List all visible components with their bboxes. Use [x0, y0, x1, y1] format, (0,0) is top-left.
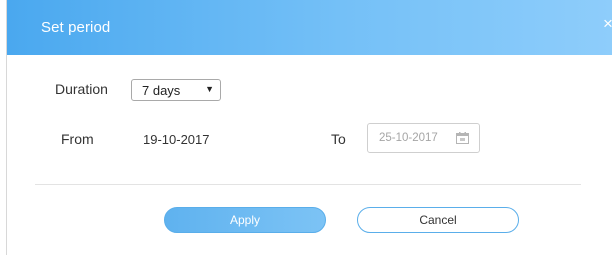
chevron-down-icon: ▼ [205, 84, 214, 94]
to-date-value: 25-10-2017 [379, 132, 438, 144]
from-label: From [61, 131, 94, 147]
apply-button[interactable]: Apply [164, 207, 326, 233]
calendar-icon[interactable] [456, 132, 469, 144]
cancel-button[interactable]: Cancel [357, 207, 519, 233]
divider [35, 184, 581, 185]
from-date-value: 19-10-2017 [143, 132, 210, 147]
close-icon[interactable]: × [603, 14, 612, 34]
duration-select[interactable]: 7 days ▼ [131, 79, 221, 101]
to-date-field[interactable]: 25-10-2017 [367, 123, 480, 153]
to-label: To [331, 131, 346, 147]
dialog-header: Set period × [7, 0, 612, 55]
dialog-title: Set period [41, 19, 111, 36]
duration-selected-value: 7 days [142, 83, 181, 98]
duration-label: Duration [55, 81, 108, 97]
set-period-dialog: Set period × Duration 7 days ▼ From 19-1… [6, 0, 612, 255]
